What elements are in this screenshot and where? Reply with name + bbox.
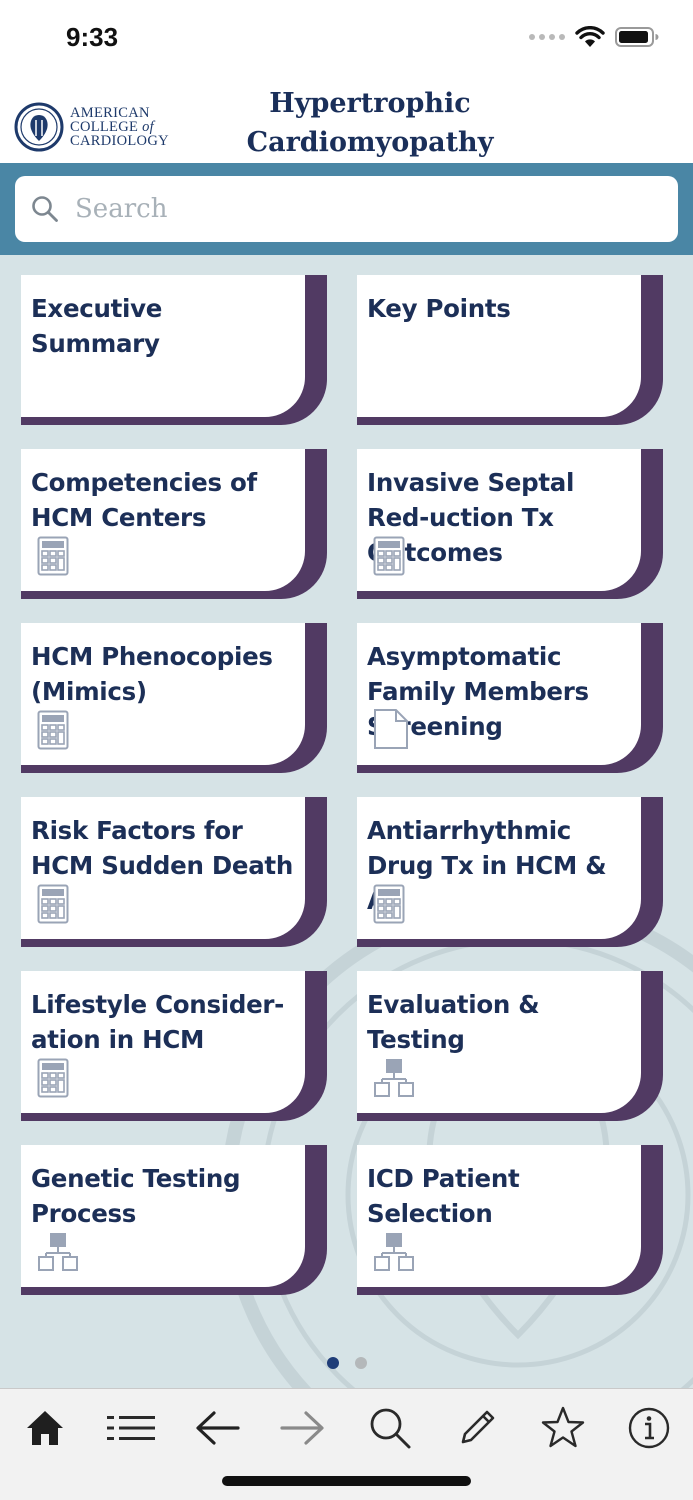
acc-seal-icon xyxy=(14,102,64,152)
page-dot-2[interactable] xyxy=(354,1357,367,1369)
tile-label: Invasive Septal Red-uction Tx Outcomes xyxy=(367,468,575,567)
list-button[interactable] xyxy=(101,1403,161,1453)
tile-label: HCM Phenocopies (Mimics) xyxy=(31,642,273,706)
menu-tile[interactable]: Risk Factors for HCM Sudden Death xyxy=(21,797,327,947)
calculator-icon xyxy=(373,884,405,929)
home-icon xyxy=(27,1411,63,1445)
watermark-seal-icon xyxy=(221,898,693,1388)
menu-tile[interactable]: Invasive Septal Red-uction Tx Outcomes xyxy=(357,449,663,599)
status-bar: 9:33 xyxy=(0,0,693,78)
menu-tile[interactable]: Executive Summary xyxy=(21,275,327,425)
home-indicator xyxy=(222,1476,471,1486)
calculator-icon xyxy=(37,1058,69,1103)
tile-label: Competencies of HCM Centers xyxy=(31,468,257,532)
search-bar-container xyxy=(0,163,693,255)
info-icon xyxy=(628,1407,670,1449)
tile-face: Key Points xyxy=(357,275,641,417)
status-icons xyxy=(529,26,659,48)
acc-logo: AMERICAN COLLEGE of CARDIOLOGY xyxy=(14,102,184,154)
tile-face: HCM Phenocopies (Mimics) xyxy=(21,623,305,765)
flowchart-icon xyxy=(373,1232,415,1277)
menu-tile[interactable]: ICD Patient Selection xyxy=(357,1145,663,1295)
back-button[interactable] xyxy=(187,1403,247,1453)
search-button[interactable] xyxy=(360,1403,420,1453)
page-indicator[interactable] xyxy=(0,1357,693,1369)
tile-face: ICD Patient Selection xyxy=(357,1145,641,1287)
tile-face: Genetic Testing Process xyxy=(21,1145,305,1287)
tile-face: Executive Summary xyxy=(21,275,305,417)
flowchart-icon xyxy=(373,1058,415,1103)
list-icon xyxy=(107,1416,155,1440)
tile-face: Antiarrhythmic Drug Tx in HCM & AF xyxy=(357,797,641,939)
tile-face: Lifestyle Consider-ation in HCM xyxy=(21,971,305,1113)
main-content: Executive Summary Key Points Competencies … xyxy=(0,255,693,1388)
back-arrow-icon xyxy=(196,1411,240,1445)
star-icon xyxy=(541,1406,585,1448)
edit-button[interactable] xyxy=(447,1403,507,1453)
app-header: AMERICAN COLLEGE of CARDIOLOGY Hypertrop… xyxy=(0,78,693,197)
flowchart-icon xyxy=(37,1232,79,1277)
calculator-icon xyxy=(37,884,69,929)
calculator-icon xyxy=(373,536,405,581)
calculator-icon xyxy=(37,710,69,755)
tile-label: Key Points xyxy=(367,294,511,323)
tile-label: Lifestyle Consider-ation in HCM xyxy=(31,990,285,1054)
calculator-icon xyxy=(37,536,69,581)
search-box[interactable] xyxy=(15,176,678,242)
acc-logo-text: AMERICAN COLLEGE of CARDIOLOGY xyxy=(70,105,169,149)
tile-label: ICD Patient Selection xyxy=(367,1164,520,1228)
forward-button[interactable] xyxy=(273,1403,333,1453)
menu-tile[interactable]: Evaluation & Testing xyxy=(357,971,663,1121)
tile-face: Asymptomatic Family Members Screening xyxy=(357,623,641,765)
document-icon xyxy=(373,708,409,755)
page-dot-1[interactable] xyxy=(326,1357,339,1369)
info-button[interactable] xyxy=(619,1403,679,1453)
menu-tile[interactable]: Competencies of HCM Centers xyxy=(21,449,327,599)
search-icon xyxy=(370,1408,411,1449)
cellular-dots-icon xyxy=(529,34,565,40)
menu-tile[interactable]: Key Points xyxy=(357,275,663,425)
wifi-icon xyxy=(575,26,605,47)
status-time: 9:33 xyxy=(66,22,119,52)
battery-icon xyxy=(615,27,659,47)
tile-label: Risk Factors for HCM Sudden Death xyxy=(31,816,293,880)
tile-face: Risk Factors for HCM Sudden Death xyxy=(21,797,305,939)
menu-tile[interactable]: Genetic Testing Process xyxy=(21,1145,327,1295)
menu-tile[interactable]: Lifestyle Consider-ation in HCM xyxy=(21,971,327,1121)
tile-face: Competencies of HCM Centers xyxy=(21,449,305,591)
tile-label: Genetic Testing Process xyxy=(31,1164,241,1228)
tile-label: Executive Summary xyxy=(31,294,163,358)
tile-face: Invasive Septal Red-uction Tx Outcomes xyxy=(357,449,641,591)
search-input[interactable] xyxy=(75,194,635,224)
forward-arrow-icon xyxy=(280,1411,324,1445)
menu-tile[interactable]: Antiarrhythmic Drug Tx in HCM & AF xyxy=(357,797,663,947)
tile-label: Antiarrhythmic Drug Tx in HCM & AF xyxy=(367,816,607,915)
search-icon xyxy=(32,196,58,222)
tile-label: Evaluation & Testing xyxy=(367,990,540,1054)
favorites-button[interactable] xyxy=(533,1403,593,1453)
menu-tile[interactable]: HCM Phenocopies (Mimics) xyxy=(21,623,327,773)
home-button[interactable] xyxy=(15,1403,75,1453)
menu-tile[interactable]: Asymptomatic Family Members Screening xyxy=(357,623,663,773)
pencil-icon xyxy=(461,1410,495,1444)
tile-face: Evaluation & Testing xyxy=(357,971,641,1113)
